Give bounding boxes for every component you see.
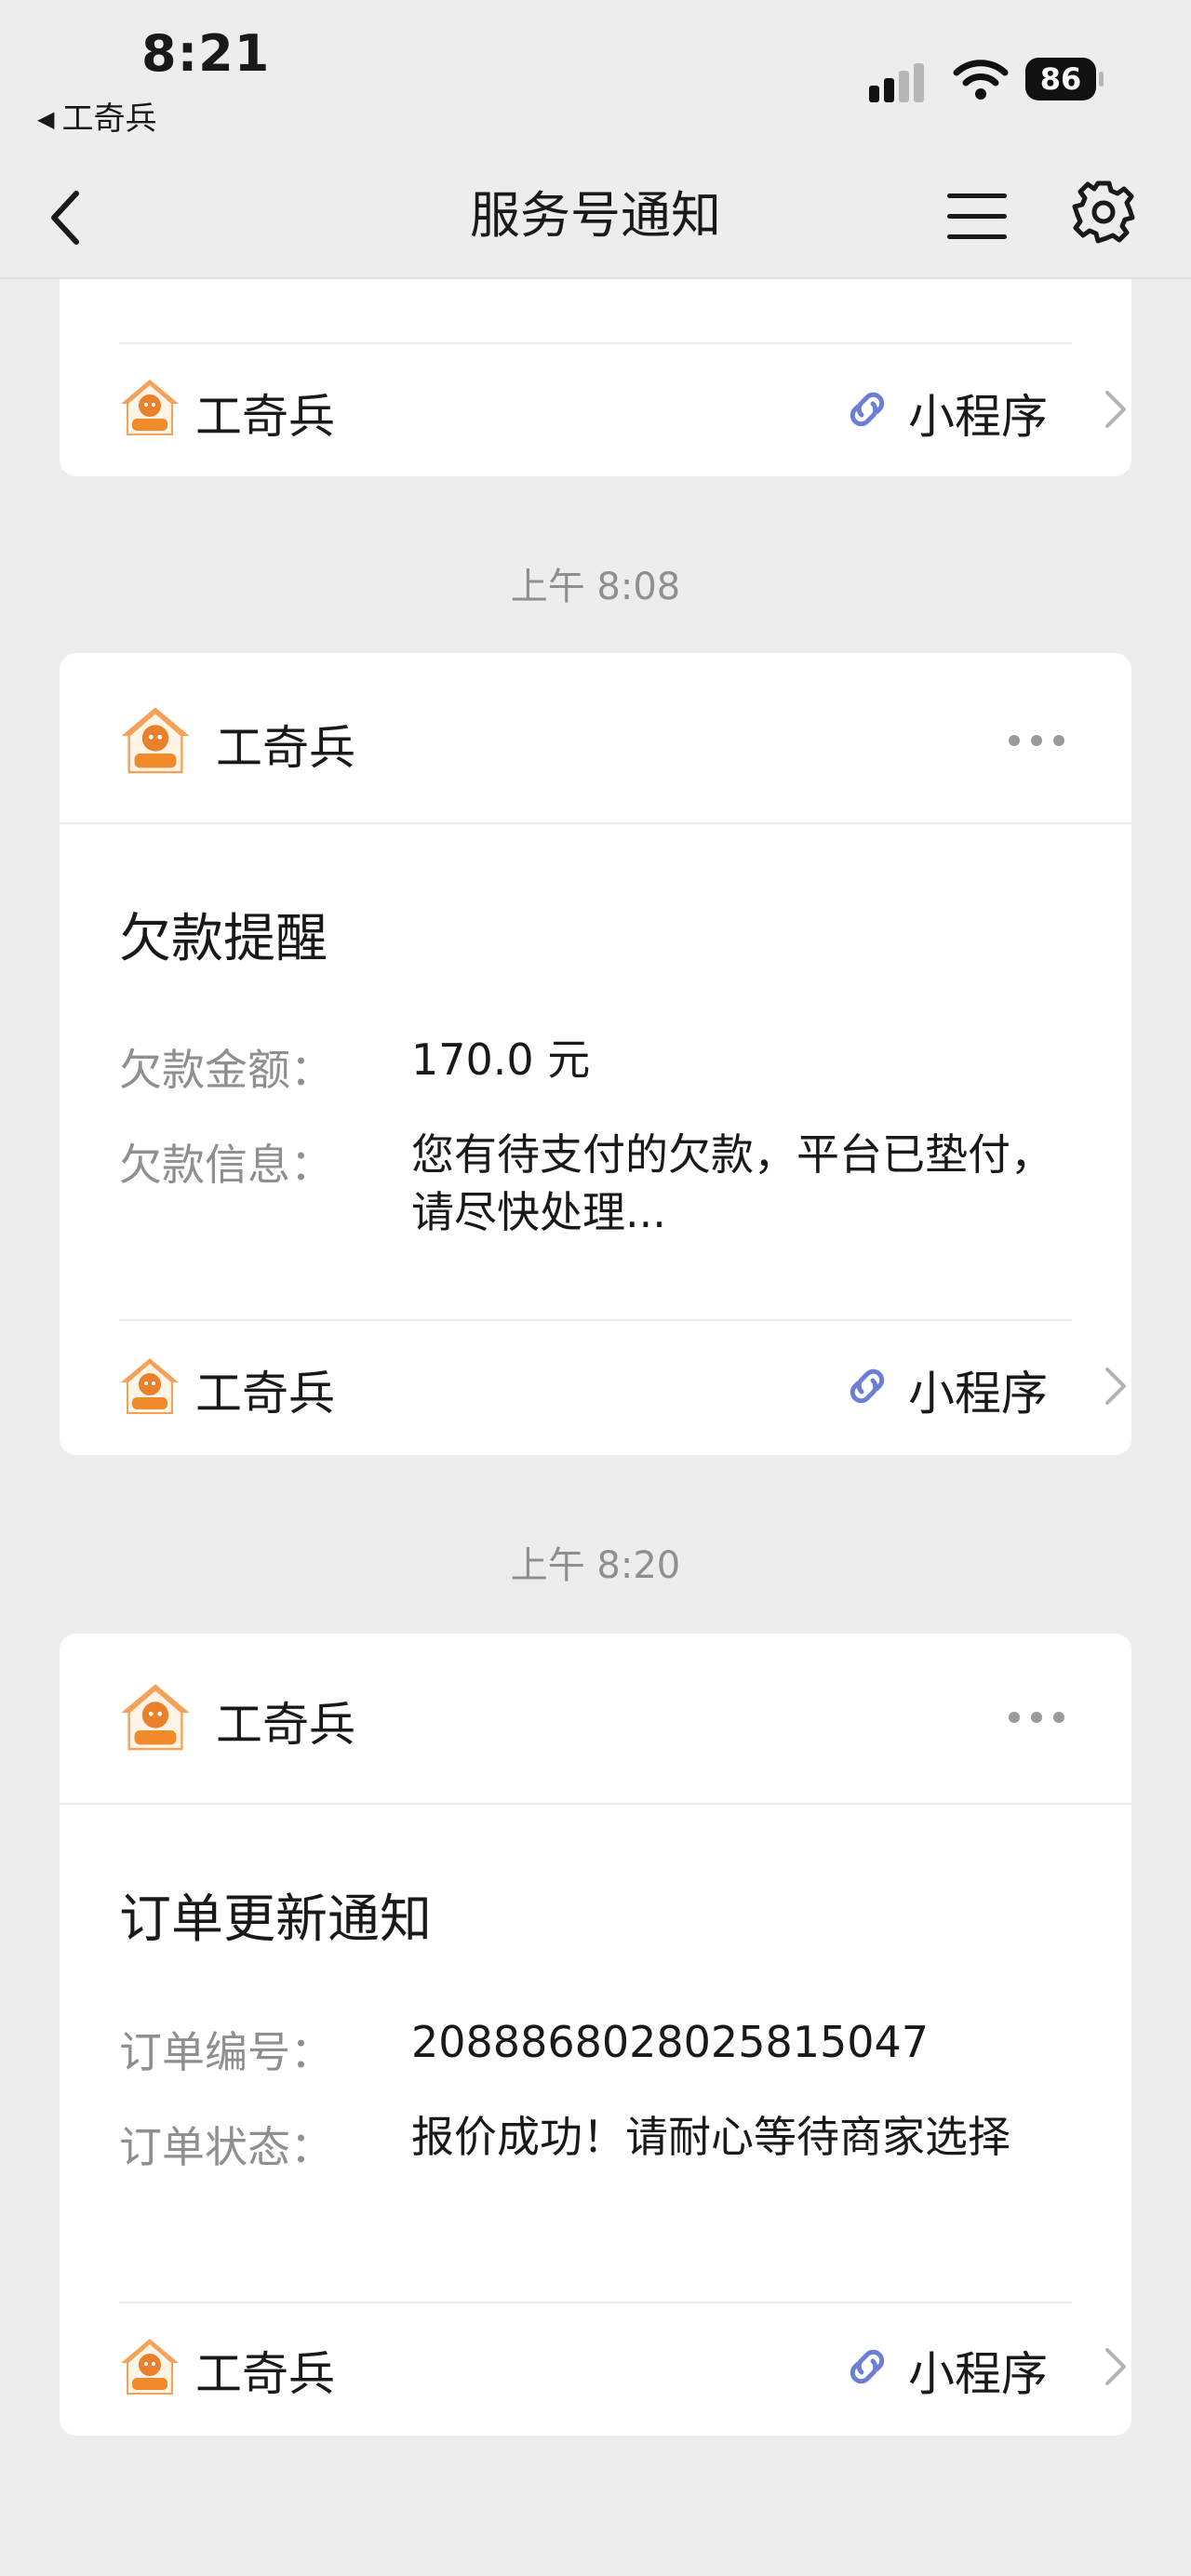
brand-logo-icon <box>121 1684 190 1751</box>
back-triangle-icon: ◀ <box>37 106 55 132</box>
card-footer-brand: 工奇兵 <box>195 2347 335 2401</box>
card-divider <box>119 2302 1072 2303</box>
back-chevron-icon[interactable] <box>45 180 100 255</box>
field-value: 您有待支付的欠款，平台已垫付，请尽快处理... <box>411 1129 1053 1237</box>
back-app-label: 工奇兵 <box>61 100 157 138</box>
back-to-app-link[interactable]: ◀ 工奇兵 <box>37 93 156 139</box>
card-title: 欠款提醒 <box>119 909 328 969</box>
wifi-icon <box>953 60 1009 100</box>
mini-program-label: 小程序 <box>908 2347 1048 2401</box>
card-divider <box>119 1319 1072 1321</box>
chevron-right-icon <box>1105 391 1126 428</box>
page-title: 服务号通知 <box>470 186 721 245</box>
menu-icon[interactable] <box>947 188 1009 244</box>
gear-icon[interactable] <box>1070 179 1137 246</box>
field-value: 报价成功！请耐心等待商家选择 <box>411 2112 1010 2162</box>
battery-icon: 86 <box>1025 58 1104 100</box>
mini-program-label: 小程序 <box>908 390 1048 444</box>
mini-program-link-icon <box>843 1362 891 1410</box>
brand-logo-icon <box>121 1358 179 1414</box>
chevron-right-icon <box>1105 2348 1126 2385</box>
field-label: 订单状态： <box>119 2122 333 2172</box>
chevron-right-icon <box>1105 1368 1126 1405</box>
field-label: 欠款金额： <box>119 1045 333 1095</box>
card-header-divider <box>60 822 1131 824</box>
card-header-brand: 工奇兵 <box>216 1698 355 1752</box>
cellular-signal-icon <box>869 61 934 102</box>
battery-level: 86 <box>1025 58 1096 100</box>
message-timestamp: 上午 8:20 <box>510 1544 681 1587</box>
brand-logo-icon <box>121 380 179 435</box>
card-footer-brand: 工奇兵 <box>195 1367 335 1421</box>
brand-logo-icon <box>121 707 190 774</box>
field-label: 欠款信息： <box>119 1140 333 1190</box>
mini-program-link-icon <box>843 385 891 434</box>
brand-logo-icon <box>121 2339 179 2395</box>
mini-program-label: 小程序 <box>908 1367 1048 1421</box>
card-divider <box>119 342 1072 344</box>
nav-bar: 服务号通知 <box>0 158 1191 279</box>
card-footer-brand: 工奇兵 <box>195 390 335 444</box>
mini-program-link-icon <box>843 2342 891 2391</box>
card-title: 订单更新通知 <box>119 1889 432 1950</box>
field-label: 订单编号： <box>119 2027 333 2077</box>
field-value: 2088868028025815047 <box>411 2017 930 2067</box>
field-value: 170.0 元 <box>411 1034 591 1085</box>
card-header-divider <box>60 1803 1131 1805</box>
message-timestamp: 上午 8:08 <box>510 566 681 608</box>
notification-card-partial: 工奇兵 小程序 <box>60 279 1131 476</box>
card-header-brand: 工奇兵 <box>216 721 355 775</box>
more-options-icon[interactable] <box>1009 733 1068 748</box>
status-time: 8:21 <box>141 24 271 83</box>
notification-card-order-update[interactable]: 工奇兵 订单更新通知 订单编号： 2088868028025815047 订单状… <box>60 1634 1131 2436</box>
status-bar: 8:21 ◀ 工奇兵 86 <box>0 0 1191 158</box>
more-options-icon[interactable] <box>1009 1710 1068 1725</box>
notification-card-arrears[interactable]: 工奇兵 欠款提醒 欠款金额： 170.0 元 欠款信息： 您有待支付的欠款，平台… <box>60 653 1131 1455</box>
